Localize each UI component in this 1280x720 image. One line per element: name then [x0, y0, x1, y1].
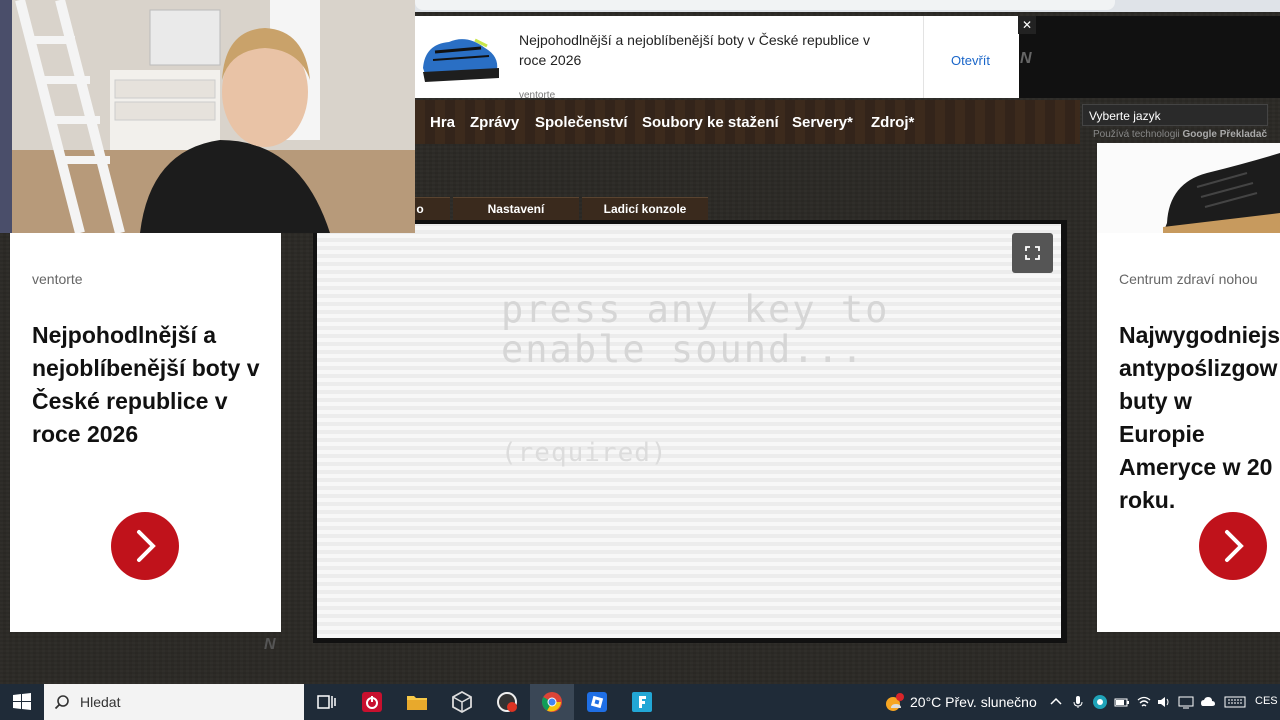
- power-app-icon[interactable]: [360, 690, 384, 714]
- ad-background-black: [1019, 16, 1280, 98]
- edge-icon[interactable]: [1092, 694, 1108, 710]
- search-placeholder: Hledat: [80, 694, 121, 710]
- google-translate-credit: Používá technologii Google Překladač: [1093, 129, 1267, 140]
- language-select[interactable]: Vyberte jazyk: [1082, 104, 1268, 126]
- shoe-image: [423, 38, 499, 82]
- windows-start-icon[interactable]: [10, 690, 34, 714]
- ad-network-logo-icon: N: [264, 636, 276, 653]
- nav-item-community[interactable]: Společenství: [535, 114, 628, 131]
- left-ad-headline[interactable]: Nejpohodlnější a nejoblíbenější boty v Č…: [32, 319, 267, 451]
- game-canvas[interactable]: press any key to enable sound... (requir…: [317, 224, 1061, 638]
- right-ad-source: Centrum zdraví nohou: [1119, 271, 1258, 287]
- unity-icon[interactable]: [450, 690, 474, 714]
- left-ad-arrow-button[interactable]: [111, 512, 179, 580]
- open-ad-button[interactable]: Otevřít: [951, 53, 990, 68]
- game-canvas-frame[interactable]: press any key to enable sound... (requir…: [313, 220, 1067, 643]
- enable-sound-prompt: press any key to enable sound...: [501, 288, 890, 371]
- chrome-icon[interactable]: [540, 690, 564, 714]
- right-side-ad[interactable]: Centrum zdraví nohou Najwygodniejs antyp…: [1097, 233, 1280, 632]
- left-side-ad[interactable]: ventorte Nejpohodlnější a nejoblíbenější…: [10, 233, 281, 632]
- chevron-right-icon: [137, 530, 156, 562]
- top-ad-title[interactable]: Nejpohodlnější a nejoblíbenější boty v Č…: [519, 30, 899, 70]
- display-icon[interactable]: [1178, 694, 1194, 710]
- fortnite-icon[interactable]: [630, 690, 654, 714]
- chevron-right-icon: [1225, 530, 1244, 562]
- nav-item-news[interactable]: Zprávy: [470, 114, 519, 131]
- windows-taskbar: Hledat 20°C Přev. slunečno CES: [0, 684, 1280, 720]
- fullscreen-icon: [1025, 246, 1040, 260]
- nav-item-game[interactable]: Hra: [430, 114, 455, 131]
- task-view-icon[interactable]: [314, 690, 338, 714]
- cloud-status-icon[interactable]: [1200, 694, 1216, 710]
- roblox-icon[interactable]: [585, 690, 609, 714]
- close-ad-icon[interactable]: ✕: [1018, 16, 1036, 34]
- tab-settings[interactable]: Nastavení: [453, 197, 579, 220]
- taskbar-search-box[interactable]: Hledat: [44, 684, 304, 720]
- battery-icon[interactable]: [1114, 694, 1130, 710]
- webcam-overlay: [0, 0, 415, 233]
- powered-prefix: Používá technologii: [1093, 129, 1180, 140]
- right-ad-shoe-image: [1097, 143, 1280, 233]
- ad-network-logo-icon: N: [1020, 50, 1032, 67]
- chevron-up-icon[interactable]: [1048, 694, 1064, 710]
- right-ad-arrow-button[interactable]: [1199, 512, 1267, 580]
- right-ad-headline[interactable]: Najwygodniejs antypoślizgow buty w Europ…: [1119, 319, 1280, 517]
- main-navigation: Hra Zprávy Společenství Soubory ke staže…: [415, 100, 1080, 144]
- divider: [923, 16, 924, 98]
- google-logo: Google: [1182, 129, 1217, 140]
- required-note: (required): [501, 438, 668, 468]
- nav-item-resources[interactable]: Zdroj*: [871, 114, 914, 131]
- keyboard-icon[interactable]: [1224, 694, 1246, 710]
- file-explorer-icon[interactable]: [405, 690, 429, 714]
- volume-icon[interactable]: [1156, 694, 1172, 710]
- input-language-indicator[interactable]: CES: [1255, 695, 1278, 707]
- weather-text[interactable]: 20°C Přev. slunečno: [910, 694, 1037, 710]
- left-ad-source: ventorte: [32, 271, 83, 287]
- microphone-icon[interactable]: [1070, 694, 1086, 710]
- fullscreen-button[interactable]: [1012, 233, 1053, 273]
- wifi-icon[interactable]: [1136, 694, 1152, 710]
- weather-icon[interactable]: [883, 692, 905, 714]
- steering-app-icon[interactable]: [495, 690, 519, 714]
- nav-item-servers[interactable]: Servery*: [792, 114, 853, 131]
- translate-label: Překladač: [1219, 129, 1268, 140]
- browser-tab-strip: [415, 0, 1280, 12]
- tab-debug-console[interactable]: Ladicí konzole: [582, 197, 708, 220]
- search-icon: [54, 695, 69, 710]
- top-banner-ad[interactable]: Nejpohodlnější a nejoblíbenější boty v Č…: [415, 16, 1019, 101]
- nav-item-downloads[interactable]: Soubory ke stažení: [642, 114, 779, 131]
